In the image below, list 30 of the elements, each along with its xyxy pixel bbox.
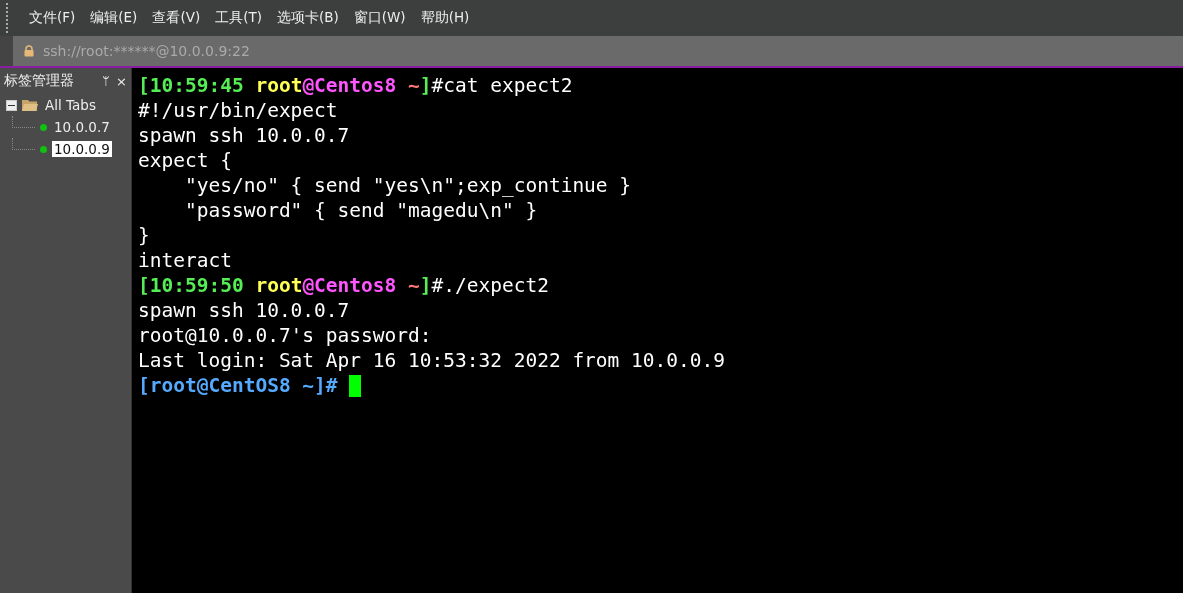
- tree-item[interactable]: All Tabs: [43, 97, 98, 113]
- menu-item[interactable]: 工具(T): [215, 9, 262, 27]
- menu-item[interactable]: 编辑(E): [90, 9, 138, 27]
- menu-item[interactable]: 查看(V): [152, 9, 201, 27]
- menu-item[interactable]: 窗口(W): [353, 9, 406, 27]
- terminal-line: [10:59:50 root@Centos8 ~]#./expect2: [138, 273, 549, 298]
- lock-icon: [23, 45, 35, 57]
- menu-item[interactable]: 帮助(H): [420, 9, 470, 27]
- terminal-line: spawn ssh 10.0.0.7: [138, 123, 350, 148]
- terminal-line: interact: [138, 248, 232, 273]
- terminal-line: "yes/no" { send "yes\n";exp_continue }: [183, 173, 632, 198]
- terminal-line: #!/usr/bin/expect: [138, 98, 338, 123]
- terminal-line: [10:59:45 root@Centos8 ~]#cat expect2: [138, 73, 573, 98]
- terminal-line: "password" { send "magedu\n" }: [183, 198, 538, 223]
- tree-item[interactable]: 10.0.0.7: [52, 119, 112, 135]
- text-cursor: [349, 374, 362, 397]
- terminal-line: [root@CentOS8 ~]#: [138, 373, 362, 398]
- menu-item[interactable]: 选项卡(B): [276, 9, 339, 27]
- menu-item[interactable]: 文件(F): [29, 9, 76, 27]
- close-button[interactable]: ×: [116, 73, 127, 89]
- tree-item[interactable]: 10.0.0.9: [52, 141, 112, 157]
- terminal-line: Last login: Sat Apr 16 10:53:32 2022 from 10.0.0.9: [138, 348, 725, 373]
- pin-button[interactable]: ᛘ: [102, 73, 111, 89]
- terminal-line: expect {: [138, 148, 232, 173]
- terminal-line: }: [138, 223, 150, 248]
- folder-icon: [22, 98, 38, 112]
- terminal-line: root@10.0.0.7's password:: [138, 323, 432, 348]
- collapse-toggle[interactable]: [6, 99, 17, 111]
- terminal-line: spawn ssh 10.0.0.7: [138, 298, 350, 323]
- panel-title: 标签管理器: [4, 72, 75, 90]
